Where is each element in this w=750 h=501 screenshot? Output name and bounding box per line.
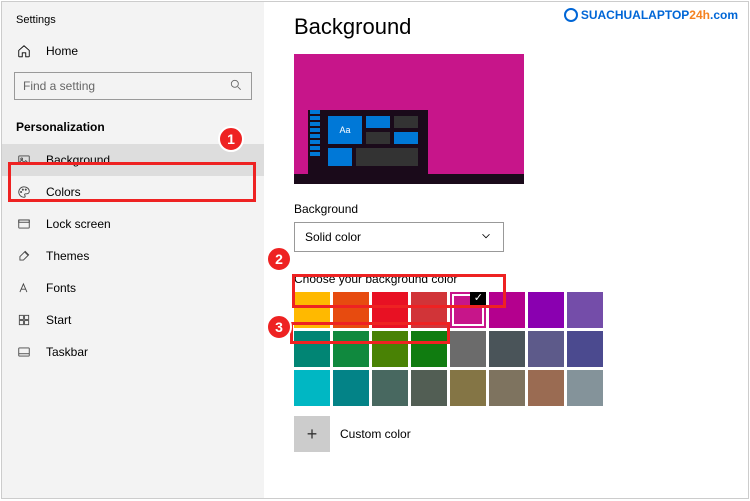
color-swatch[interactable] bbox=[294, 370, 330, 406]
sidebar-item-label: Taskbar bbox=[46, 345, 88, 359]
palette-icon bbox=[16, 185, 32, 199]
color-swatch[interactable] bbox=[528, 370, 564, 406]
custom-color-label: Custom color bbox=[340, 427, 411, 441]
sidebar-item-lockscreen[interactable]: Lock screen bbox=[2, 208, 264, 240]
background-dropdown-label: Background bbox=[294, 202, 748, 216]
sidebar-item-fonts[interactable]: Fonts bbox=[2, 272, 264, 304]
color-swatch[interactable] bbox=[411, 370, 447, 406]
sidebar-item-colors[interactable]: Colors bbox=[2, 176, 264, 208]
sidebar-item-themes[interactable]: Themes bbox=[2, 240, 264, 272]
annotation-badge-1: 1 bbox=[218, 126, 244, 152]
color-swatch[interactable] bbox=[489, 370, 525, 406]
color-swatch[interactable] bbox=[411, 331, 447, 367]
color-swatch[interactable] bbox=[294, 331, 330, 367]
lockscreen-icon bbox=[16, 217, 32, 231]
picture-icon bbox=[16, 153, 32, 167]
background-dropdown[interactable]: Solid color bbox=[294, 222, 504, 252]
sidebar-item-taskbar[interactable]: Taskbar bbox=[2, 336, 264, 368]
color-swatch[interactable] bbox=[333, 292, 369, 328]
color-swatch[interactable] bbox=[567, 292, 603, 328]
sidebar-item-start[interactable]: Start bbox=[2, 304, 264, 336]
color-swatch[interactable] bbox=[372, 292, 408, 328]
dropdown-value: Solid color bbox=[305, 230, 361, 244]
window-title: Settings bbox=[2, 10, 264, 36]
color-swatch[interactable] bbox=[333, 370, 369, 406]
sidebar-item-label: Colors bbox=[46, 185, 81, 199]
color-swatch[interactable] bbox=[528, 292, 564, 328]
color-swatch[interactable] bbox=[294, 292, 330, 328]
home-button[interactable]: Home bbox=[2, 36, 264, 66]
sidebar-item-label: Background bbox=[46, 153, 110, 167]
annotation-badge-3: 3 bbox=[266, 314, 292, 340]
color-swatch[interactable] bbox=[333, 331, 369, 367]
chevron-down-icon bbox=[479, 229, 493, 246]
color-swatch[interactable] bbox=[372, 331, 408, 367]
color-swatch[interactable] bbox=[450, 331, 486, 367]
annotation-badge-2: 2 bbox=[266, 246, 292, 272]
sidebar-item-label: Fonts bbox=[46, 281, 76, 295]
color-swatch[interactable] bbox=[489, 292, 525, 328]
taskbar-icon bbox=[16, 345, 32, 359]
sidebar-item-label: Start bbox=[46, 313, 71, 327]
gear-icon bbox=[564, 8, 578, 22]
color-swatch[interactable] bbox=[567, 370, 603, 406]
search-input[interactable]: Find a setting bbox=[14, 72, 252, 100]
color-swatch[interactable] bbox=[411, 292, 447, 328]
color-swatch[interactable] bbox=[567, 331, 603, 367]
sidebar-item-label: Lock screen bbox=[46, 217, 111, 231]
background-preview: Aa bbox=[294, 54, 524, 184]
start-icon bbox=[16, 313, 32, 327]
color-swatch[interactable] bbox=[528, 331, 564, 367]
color-swatch-grid bbox=[294, 292, 614, 406]
main-content: Background Aa Background Solid color Cho… bbox=[264, 2, 748, 498]
home-label: Home bbox=[46, 44, 78, 58]
plus-icon: + bbox=[307, 424, 318, 445]
home-icon bbox=[16, 44, 32, 58]
font-icon bbox=[16, 281, 32, 295]
custom-color-button[interactable]: + bbox=[294, 416, 330, 452]
search-placeholder: Find a setting bbox=[23, 79, 95, 93]
color-swatch[interactable] bbox=[489, 331, 525, 367]
color-swatch[interactable] bbox=[450, 292, 486, 328]
brush-icon bbox=[16, 249, 32, 263]
sidebar-item-label: Themes bbox=[46, 249, 89, 263]
search-icon bbox=[229, 78, 243, 95]
watermark: SUACHUALAPTOP24h.com bbox=[564, 8, 738, 22]
color-swatch[interactable] bbox=[450, 370, 486, 406]
preview-tile-aa: Aa bbox=[328, 116, 362, 144]
color-swatch[interactable] bbox=[372, 370, 408, 406]
sidebar: Settings Home Find a setting Personaliza… bbox=[2, 2, 264, 498]
choose-color-label: Choose your background color bbox=[294, 272, 748, 286]
